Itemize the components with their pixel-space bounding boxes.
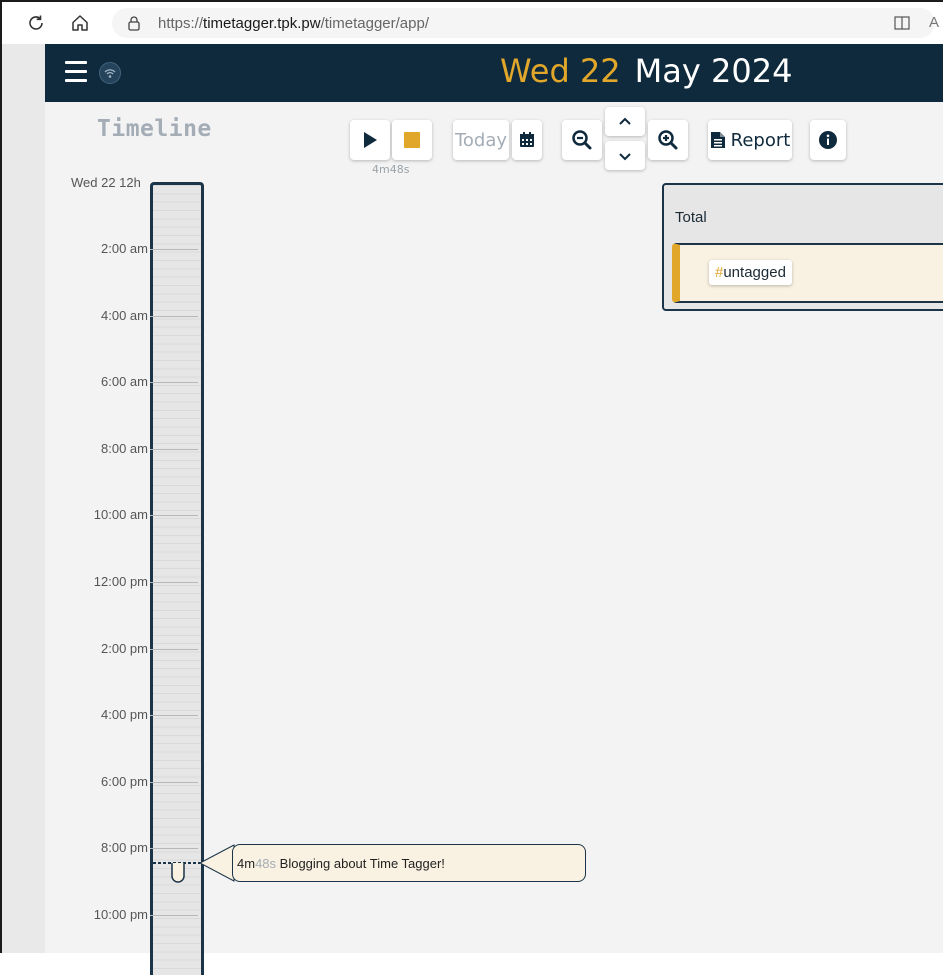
timeline-tick-line (150, 582, 198, 583)
timeline-tick-label: 6:00 am (101, 374, 148, 390)
record-description: Blogging about Time Tagger! (279, 856, 445, 871)
timeline-tick-line (150, 448, 198, 450)
record-duration-seconds: 48s (255, 856, 277, 871)
address-bar[interactable]: https://timetagger.tpk.pw/timetagger/app… (112, 8, 939, 38)
tag-summary-row[interactable]: #untagged (672, 243, 943, 303)
menu-icon[interactable] (65, 61, 87, 83)
timeline-tick-label: 12:00 pm (93, 574, 148, 589)
main-area: Timeline 4m48s Today Report Wed 22 12h 2… (45, 102, 943, 975)
step-forward-button[interactable] (605, 141, 645, 170)
zoom-in-icon (658, 130, 678, 150)
chevron-up-icon (619, 117, 631, 125)
timeline-tick-line (150, 915, 198, 916)
app-header: Wed 22 May 2024 (45, 44, 943, 102)
zoom-out-button[interactable] (562, 120, 602, 160)
timeline-tick-label: 4:00 pm (101, 707, 148, 723)
tag-chip[interactable]: #untagged (709, 260, 792, 285)
info-button[interactable] (810, 120, 846, 160)
zoom-in-button[interactable] (648, 120, 688, 160)
timeline-tick-label: 8:00 am (101, 440, 148, 456)
overview-panel: Total #untagged (662, 183, 943, 311)
split-screen-icon[interactable] (893, 14, 911, 32)
home-icon[interactable] (69, 12, 91, 34)
timeline-tick-line (150, 382, 198, 384)
record-duration-minutes: 4m (237, 856, 256, 871)
calendar-button[interactable] (512, 120, 542, 160)
timeline-tick-line (150, 249, 198, 250)
read-aloud-icon[interactable]: A (929, 14, 939, 31)
lock-icon (128, 16, 140, 31)
report-file-icon (710, 132, 725, 148)
play-icon (364, 132, 377, 148)
header-date[interactable]: Wed 22 May 2024 (500, 52, 792, 90)
start-button[interactable] (350, 120, 390, 160)
url-text: https://timetagger.tpk.pw/timetagger/app… (158, 15, 429, 32)
total-label: Total (675, 209, 707, 226)
timeline-date-label: Wed 22 12h (71, 175, 141, 190)
zoom-out-icon (572, 130, 592, 150)
info-icon (819, 131, 837, 149)
stop-button[interactable] (392, 120, 432, 160)
record-marker[interactable] (150, 844, 240, 884)
step-backward-button[interactable] (605, 107, 645, 136)
timeline-tick-label: 8:00 pm (101, 840, 148, 856)
record-label[interactable]: 4m48s Blogging about Time Tagger! (237, 856, 445, 871)
sync-status-icon[interactable] (99, 62, 121, 84)
reload-icon[interactable] (25, 12, 47, 34)
left-gutter (2, 44, 45, 953)
elapsed-time: 4m48s (372, 163, 410, 176)
timeline-tick-line (150, 781, 198, 783)
header-day: Wed 22 (500, 52, 621, 90)
browser-toolbar: https://timetagger.tpk.pw/timetagger/app… (2, 2, 943, 44)
timeline-title: Timeline (97, 116, 212, 142)
today-button[interactable]: Today (453, 120, 509, 160)
timeline-tick-label: 2:00 pm (101, 640, 148, 656)
timeline-tick-label: 10:00 pm (93, 907, 148, 922)
timeline-tick-label: 10:00 am (93, 507, 148, 523)
timeline-tick-label: 2:00 am (101, 241, 148, 256)
stop-icon (404, 132, 420, 148)
record-handle-icon (171, 863, 185, 883)
timeline-tick-line (150, 515, 198, 517)
chevron-down-icon (619, 152, 631, 160)
timeline-tick-line (150, 315, 198, 317)
header-month-year: May 2024 (634, 52, 793, 90)
timeline-tick-label: 6:00 pm (101, 773, 148, 789)
timeline-tick-label: 4:00 am (101, 307, 148, 323)
report-button[interactable]: Report (708, 120, 792, 160)
timeline-tick-line (150, 715, 198, 717)
calendar-icon (520, 132, 534, 147)
timeline-tick-line (150, 648, 198, 650)
